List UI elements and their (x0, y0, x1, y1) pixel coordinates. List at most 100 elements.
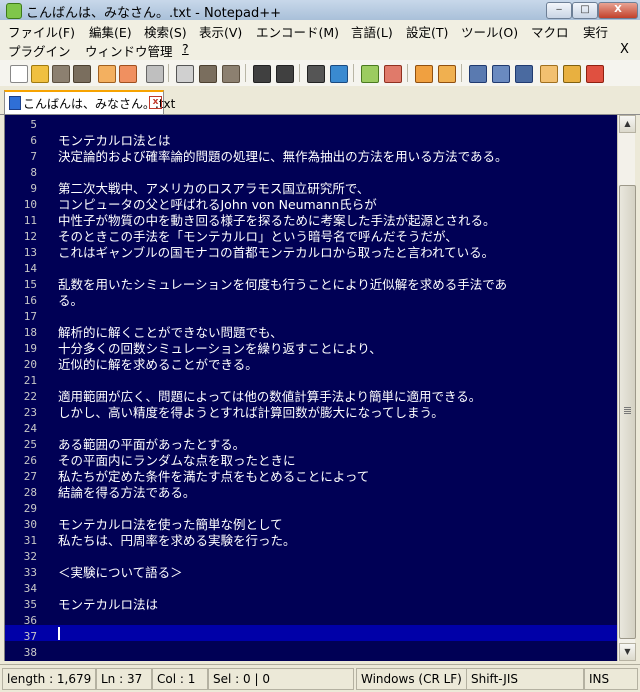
line-number: 23 (23, 406, 37, 419)
show-all-chars-icon[interactable] (492, 65, 510, 83)
close-icon[interactable] (98, 65, 116, 83)
scroll-up-arrow-icon[interactable]: ▲ (619, 115, 636, 133)
line-number: 32 (23, 550, 37, 563)
paste-icon[interactable] (222, 65, 240, 83)
line-number: 30 (23, 518, 37, 531)
editor-line-text: る。 (58, 293, 84, 308)
macro-record-icon[interactable] (540, 65, 558, 83)
zoom-in-icon[interactable] (361, 65, 379, 83)
toolbar-separator (299, 64, 300, 82)
close-all-icon[interactable] (119, 65, 137, 83)
editor-line-text: 適用範囲が広く、問題によっては他の数値計算手法より簡単に適用できる。 (58, 389, 482, 404)
menu-language[interactable]: 言語(L) (351, 22, 393, 41)
status-eol[interactable]: Windows (CR LF) (356, 668, 468, 690)
menu-macro[interactable]: マクロ (531, 22, 569, 41)
new-file-icon[interactable] (10, 65, 28, 83)
print-icon[interactable] (146, 65, 164, 83)
status-bar: length : 1,679 Ln : 37 Col : 1 Sel : 0 |… (0, 664, 640, 692)
line-number: 16 (23, 294, 37, 307)
redo-icon[interactable] (276, 65, 294, 83)
menu-run[interactable]: 実行 (583, 22, 608, 41)
vertical-scrollbar[interactable]: ▲ ▼ (617, 115, 636, 661)
status-length: length : 1,679 (2, 668, 96, 690)
editor-line-text: コンピュータの父と呼ばれるJohn von Neumann氏らが (58, 197, 377, 212)
line-number: 25 (23, 438, 37, 451)
menu-edit[interactable]: 編集(E) (89, 22, 132, 41)
status-encoding[interactable]: Shift-JIS (466, 668, 584, 690)
sync-vertical-icon[interactable] (415, 65, 433, 83)
toolbar-separator (245, 64, 246, 82)
menu-help[interactable]: ? (182, 41, 189, 56)
window-title: こんばんは、みなさん。.txt - Notepad++ (26, 6, 282, 21)
line-number: 9 (30, 182, 37, 195)
open-file-icon[interactable] (31, 65, 49, 83)
tab-document[interactable]: こんばんは、みなさん。.txt x (4, 90, 175, 114)
line-number: 29 (23, 502, 37, 515)
zoom-out-icon[interactable] (384, 65, 402, 83)
line-number: 21 (23, 374, 37, 387)
line-number: 7 (30, 150, 37, 163)
line-number: 15 (23, 278, 37, 291)
line-number: 18 (23, 326, 37, 339)
replace-icon[interactable] (330, 65, 348, 83)
find-icon[interactable] (307, 65, 325, 83)
line-number: 11 (23, 214, 37, 227)
sync-horizontal-icon[interactable] (438, 65, 456, 83)
status-column: Col : 1 (152, 668, 208, 690)
maximize-button[interactable]: □ (572, 2, 598, 19)
cut-icon[interactable] (176, 65, 194, 83)
tab-bar: こんばんは、みなさん。.txt x (0, 86, 640, 115)
minimize-button[interactable]: ‒ (546, 2, 572, 19)
close-window-button[interactable]: X (598, 2, 638, 19)
line-number: 19 (23, 342, 37, 355)
save-all-icon[interactable] (73, 65, 91, 83)
save-icon[interactable] (52, 65, 70, 83)
editor-line-text: 近似的に解を求めることができる。 (58, 357, 258, 372)
menu-window[interactable]: ウィンドウ管理 (85, 41, 173, 60)
line-number: 26 (23, 454, 37, 467)
line-number: 24 (23, 422, 37, 435)
toolbar (0, 60, 640, 87)
menu-view[interactable]: 表示(V) (199, 22, 242, 41)
menu-settings[interactable]: 設定(T) (406, 22, 448, 41)
macro-stop-icon[interactable] (563, 65, 581, 83)
menu-tools[interactable]: ツール(O) (461, 22, 518, 41)
editor-line-text: ＜実験について語る＞ (58, 565, 183, 580)
tab-close-icon[interactable]: x (149, 96, 162, 109)
indent-guide-icon[interactable] (515, 65, 533, 83)
editor-line-text: 十分多くの回数シミュレーションを繰り返すことにより、 (58, 341, 382, 356)
line-number: 35 (23, 598, 37, 611)
line-number: 36 (23, 614, 37, 627)
line-number: 10 (23, 198, 37, 211)
editor-line-text: モンテカルロ法は (58, 597, 159, 612)
editor-area[interactable]: 5 6 モンテカルロ法とは 7 決定論的および確率論的問題の処理に、無作為抽出の方法を用… (4, 115, 617, 661)
editor-line-text: 解析的に解くことができない問題でも、 (58, 325, 283, 340)
line-number: 13 (23, 246, 37, 259)
editor-line-text: 乱数を用いたシミュレーションを何度も行うことにより近似解を求める手法であ (58, 277, 508, 292)
undo-icon[interactable] (253, 65, 271, 83)
menu-file[interactable]: ファイル(F) (8, 22, 75, 41)
menu-search[interactable]: 検索(S) (144, 22, 187, 41)
menu-plugins[interactable]: プラグイン (8, 41, 71, 60)
line-number: 20 (23, 358, 37, 371)
macro-play-icon[interactable] (586, 65, 604, 83)
line-number: 12 (23, 230, 37, 243)
line-number: 17 (23, 310, 37, 323)
scroll-down-arrow-icon[interactable]: ▼ (619, 643, 636, 661)
line-number: 31 (23, 534, 37, 547)
word-wrap-icon[interactable] (469, 65, 487, 83)
menu-encoding[interactable]: エンコード(M) (256, 22, 339, 41)
status-insert-mode[interactable]: INS (584, 668, 638, 690)
title-bar: こんばんは、みなさん。.txt - Notepad++ ‒ □ X (0, 0, 640, 21)
copy-icon[interactable] (199, 65, 217, 83)
line-number: 22 (23, 390, 37, 403)
close-document-x[interactable]: X (620, 42, 629, 57)
editor-line-text: これはギャンブルの国モナコの首都モンテカルロから取ったと言われている。 (58, 245, 495, 260)
scrollbar-thumb[interactable] (619, 185, 636, 639)
editor-line-text: モンテカルロ法とは (58, 133, 171, 148)
toolbar-separator (461, 64, 462, 82)
line-number: 5 (30, 118, 37, 131)
editor-line-text: 第二次大戦中、アメリカのロスアラモス国立研究所で、 (58, 181, 370, 196)
line-number: 38 (23, 646, 37, 659)
line-number: 34 (23, 582, 37, 595)
